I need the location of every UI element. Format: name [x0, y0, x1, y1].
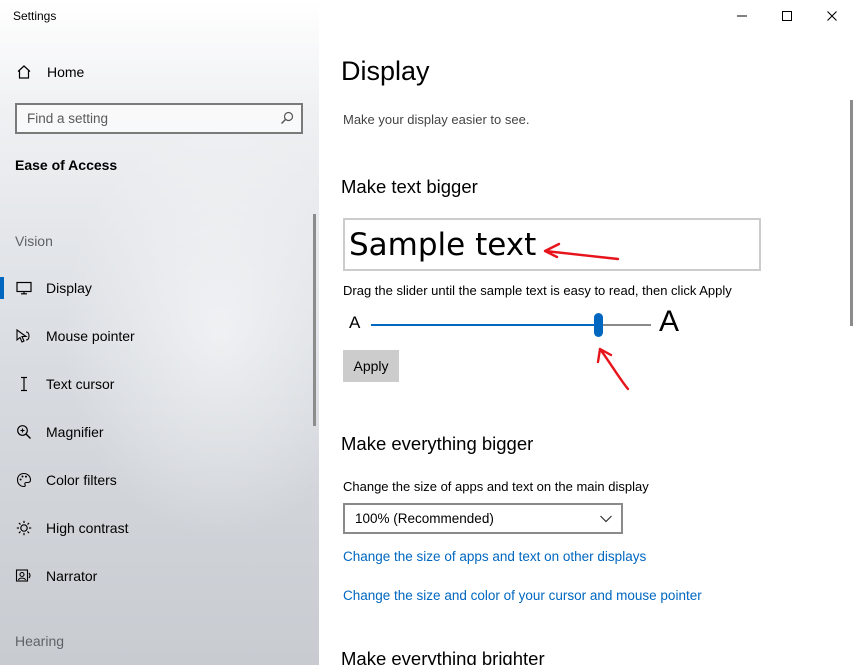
sample-text-preview: Sample text [343, 218, 761, 271]
app-title: Settings [13, 9, 57, 23]
main-content: Display Make your display easier to see.… [319, 0, 854, 665]
annotation-arrow-slider [596, 347, 630, 391]
sidebar-item-magnifier[interactable]: Magnifier [0, 412, 319, 452]
sidebar-item-label: Display [46, 280, 92, 296]
maximize-icon[interactable] [764, 5, 810, 27]
close-icon[interactable] [809, 5, 854, 27]
apply-button[interactable]: Apply [343, 350, 399, 382]
home-icon [15, 63, 33, 81]
mouse-pointer-icon [15, 327, 33, 345]
dropdown-value: 100% (Recommended) [355, 511, 494, 526]
sidebar-item-label: Color filters [46, 472, 117, 488]
slider-min-label: A [349, 313, 361, 332]
section-title: Ease of Access [15, 157, 118, 173]
sidebar: Settings Home Find a setting Ease of Acc… [0, 0, 319, 665]
sidebar-item-label: High contrast [46, 520, 129, 536]
scale-label: Change the size of apps and text on the … [343, 479, 649, 494]
page-title: Display [341, 56, 430, 86]
sidebar-item-display[interactable]: Display [0, 268, 319, 308]
slider-max-label: A [659, 305, 680, 338]
sidebar-item-high-contrast[interactable]: High contrast [0, 508, 319, 548]
monitor-icon [15, 279, 33, 297]
chevron-down-icon [599, 512, 613, 523]
sidebar-item-home[interactable]: Home [0, 52, 319, 92]
narrator-icon [15, 567, 33, 585]
slider-fill [371, 324, 598, 326]
sample-text: Sample text [349, 226, 537, 263]
page-description: Make your display easier to see. [343, 112, 530, 127]
sidebar-item-text-cursor[interactable]: Text cursor [0, 364, 319, 404]
slider-hint: Drag the slider until the sample text is… [343, 283, 732, 298]
group-heading-hearing: Hearing [15, 633, 65, 649]
text-size-slider[interactable] [371, 313, 651, 337]
magnifier-icon [15, 423, 33, 441]
main-scrollbar[interactable] [850, 100, 853, 326]
sidebar-item-label: Magnifier [46, 424, 104, 440]
cursor-pointer-link[interactable]: Change the size and color of your cursor… [343, 588, 702, 603]
sidebar-item-narrator[interactable]: Narrator [0, 556, 319, 596]
sidebar-item-label: Home [47, 64, 85, 80]
search-icon[interactable] [280, 111, 294, 125]
text-cursor-icon [15, 375, 33, 393]
sidebar-item-color-filters[interactable]: Color filters [0, 460, 319, 500]
sidebar-item-mouse-pointer[interactable]: Mouse pointer [0, 316, 319, 356]
color-filters-icon [15, 471, 33, 489]
minimize-icon[interactable] [719, 5, 765, 27]
scale-dropdown[interactable]: 100% (Recommended) [343, 503, 623, 534]
section-heading-text-bigger: Make text bigger [341, 176, 478, 197]
section-heading-everything-bigger: Make everything bigger [341, 433, 534, 454]
annotation-overlay [543, 242, 630, 391]
high-contrast-icon [15, 519, 33, 537]
other-displays-link[interactable]: Change the size of apps and text on othe… [343, 549, 646, 564]
slider-thumb[interactable] [594, 313, 603, 337]
search-input[interactable]: Find a setting [15, 103, 303, 134]
group-heading-vision: Vision [15, 233, 53, 249]
sidebar-item-label: Mouse pointer [46, 328, 135, 344]
sidebar-scrollbar[interactable] [313, 214, 316, 426]
section-heading-brighter: Make everything brighter [341, 648, 545, 665]
search-placeholder: Find a setting [27, 111, 109, 126]
sidebar-item-label: Text cursor [46, 376, 115, 392]
sidebar-item-label: Narrator [46, 568, 98, 584]
